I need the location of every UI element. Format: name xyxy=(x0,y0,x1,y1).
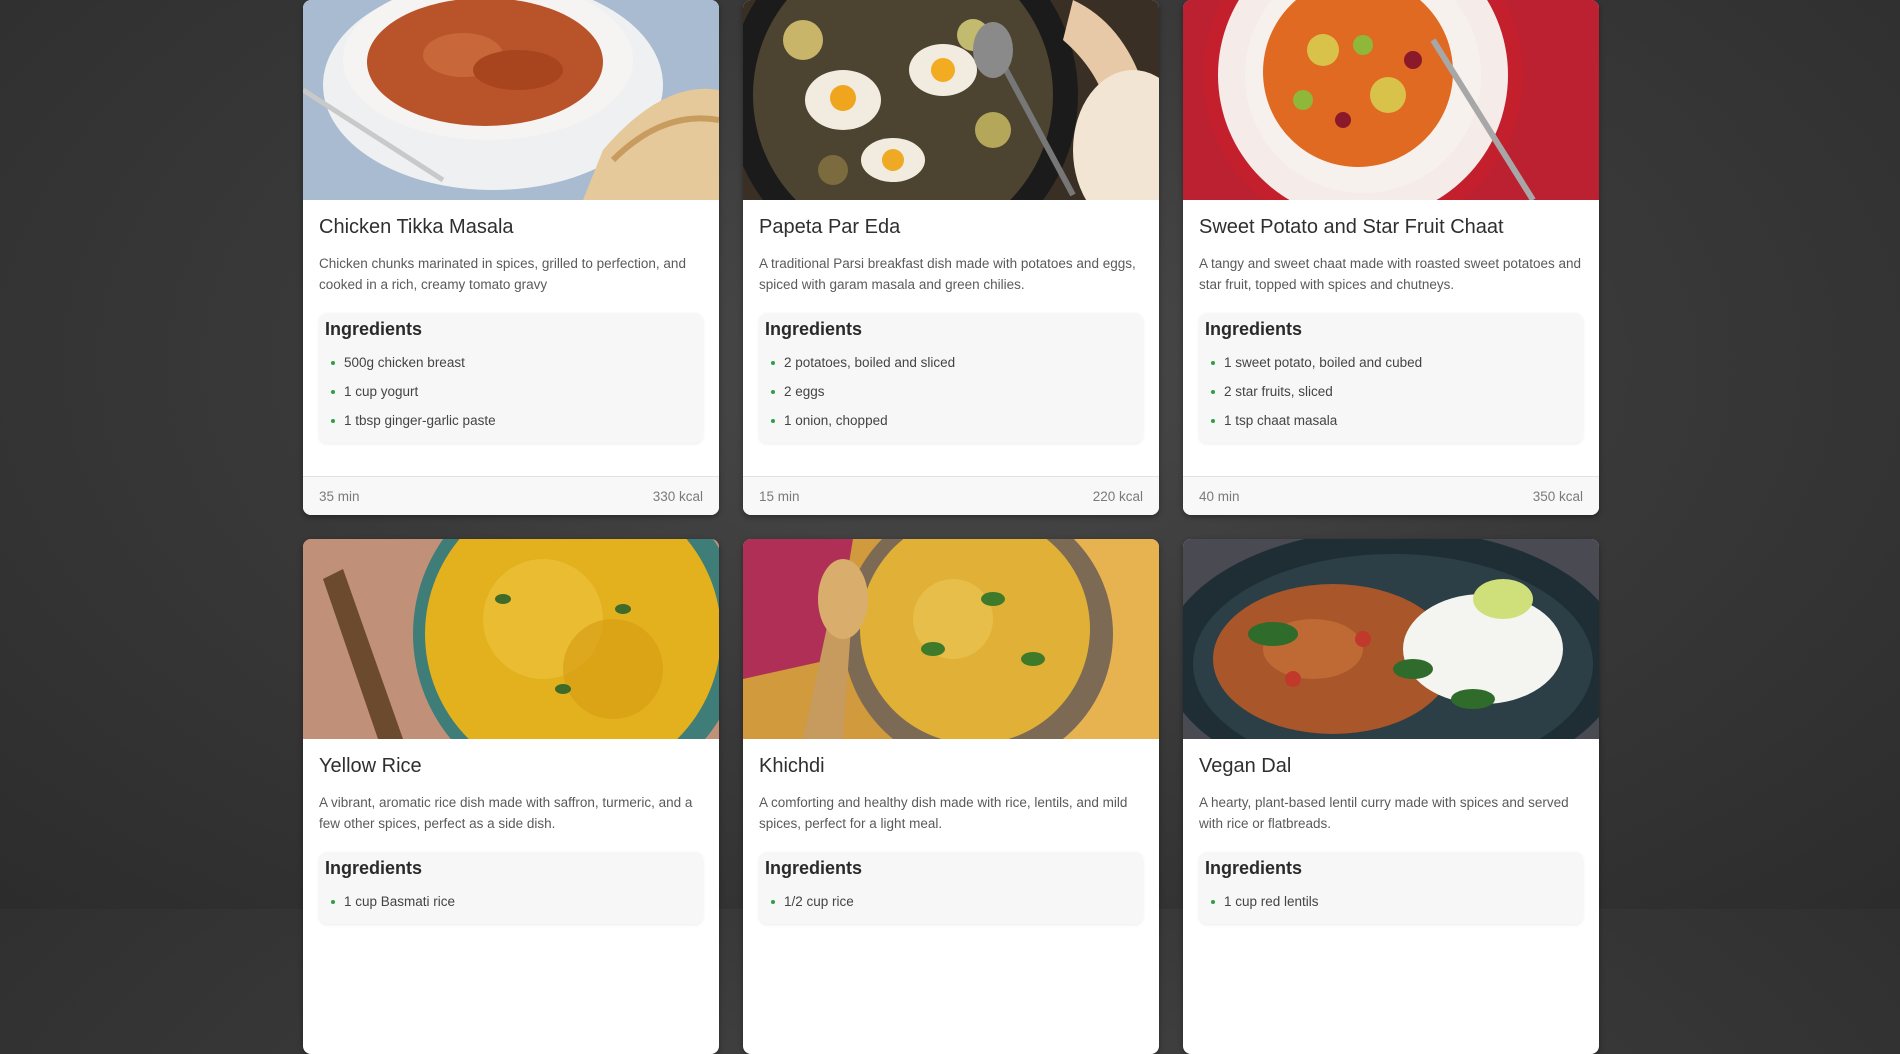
ingredients-heading: Ingredients xyxy=(1205,858,1303,878)
bullet-icon xyxy=(331,390,335,394)
ingredient-item: 1 onion, chopped xyxy=(765,406,1137,435)
ingredient-text: 1 onion, chopped xyxy=(784,413,888,428)
ingredient-text: 1 tsp chaat masala xyxy=(1224,413,1338,428)
ingredients-box: Ingredients 500g chicken breast 1 cup yo… xyxy=(319,313,703,443)
bullet-icon xyxy=(771,419,775,423)
ingredients-box: Ingredients 2 potatoes, boiled and slice… xyxy=(759,313,1143,443)
ingredient-list: 1 cup red lentils xyxy=(1205,887,1577,916)
cook-time: 40 min xyxy=(1199,488,1240,504)
bullet-icon xyxy=(1211,361,1215,365)
recipe-title: Sweet Potato and Star Fruit Chaat xyxy=(1199,216,1504,238)
recipe-image xyxy=(1183,0,1599,200)
recipe-card[interactable]: Yellow Rice A vibrant, aromatic rice dis… xyxy=(303,539,719,1054)
ingredient-text: 1 cup Basmati rice xyxy=(344,894,456,909)
recipe-description: A traditional Parsi breakfast dish made … xyxy=(759,256,1136,292)
ingredient-list: 1/2 cup rice xyxy=(765,887,1137,916)
bullet-icon xyxy=(331,900,335,904)
ingredient-text: 2 eggs xyxy=(784,384,825,399)
ingredients-heading: Ingredients xyxy=(1205,319,1303,339)
ingredients-heading: Ingredients xyxy=(765,319,863,339)
bullet-icon xyxy=(771,390,775,394)
recipe-image xyxy=(743,539,1159,739)
recipe-description: A vibrant, aromatic rice dish made with … xyxy=(319,795,693,831)
ingredient-item: 1 cup Basmati rice xyxy=(325,887,697,916)
bullet-icon xyxy=(1211,419,1215,423)
ingredient-item: 1 sweet potato, boiled and cubed xyxy=(1205,348,1577,377)
ingredient-item: 2 potatoes, boiled and sliced xyxy=(765,348,1137,377)
bullet-icon xyxy=(331,361,335,365)
ingredient-item: 1 cup yogurt xyxy=(325,377,697,406)
ingredients-heading: Ingredients xyxy=(325,319,423,339)
ingredient-text: 1 cup red lentils xyxy=(1224,894,1319,909)
calories: 350 kcal xyxy=(1532,488,1583,504)
recipe-title: Papeta Par Eda xyxy=(759,216,901,238)
ingredient-list: 2 potatoes, boiled and sliced 2 eggs 1 o… xyxy=(765,348,1137,435)
ingredient-text: 500g chicken breast xyxy=(344,355,465,370)
bullet-icon xyxy=(771,361,775,365)
recipe-footer: 15 min 220 kcal xyxy=(743,476,1159,515)
recipe-image xyxy=(303,0,719,200)
ingredient-item: 1 cup red lentils xyxy=(1205,887,1577,916)
ingredient-text: 1/2 cup rice xyxy=(784,894,854,909)
ingredients-box: Ingredients 1 sweet potato, boiled and c… xyxy=(1199,313,1583,443)
ingredient-list: 1 cup Basmati rice xyxy=(325,887,697,916)
recipe-title: Yellow Rice xyxy=(319,755,422,777)
recipe-image xyxy=(303,539,719,739)
cook-time: 35 min xyxy=(319,488,360,504)
recipe-grid: Chicken Tikka Masala Chicken chunks mari… xyxy=(303,0,1599,1054)
ingredients-box: Ingredients 1 cup red lentils xyxy=(1199,852,1583,924)
recipe-card[interactable]: Papeta Par Eda A traditional Parsi break… xyxy=(743,0,1159,515)
bullet-icon xyxy=(771,900,775,904)
ingredient-text: 1 sweet potato, boiled and cubed xyxy=(1224,355,1423,370)
recipe-description: A hearty, plant-based lentil curry made … xyxy=(1199,795,1569,831)
ingredient-item: 500g chicken breast xyxy=(325,348,697,377)
ingredient-item: 1 tbsp ginger-garlic paste xyxy=(325,406,697,435)
calories: 330 kcal xyxy=(652,488,703,504)
ingredient-item: 2 star fruits, sliced xyxy=(1205,377,1577,406)
ingredient-text: 2 star fruits, sliced xyxy=(1224,384,1333,399)
recipe-image xyxy=(1183,539,1599,739)
recipe-title: Vegan Dal xyxy=(1199,755,1292,777)
ingredients-heading: Ingredients xyxy=(325,858,423,878)
calories: 220 kcal xyxy=(1092,488,1143,504)
recipe-description: Chicken chunks marinated in spices, gril… xyxy=(319,256,686,292)
recipe-card[interactable]: Khichdi A comforting and healthy dish ma… xyxy=(743,539,1159,1054)
recipe-card[interactable]: Vegan Dal A hearty, plant-based lentil c… xyxy=(1183,539,1599,1054)
ingredients-box: Ingredients 1/2 cup rice xyxy=(759,852,1143,924)
ingredient-item: 1 tsp chaat masala xyxy=(1205,406,1577,435)
recipe-description: A comforting and healthy dish made with … xyxy=(759,795,1128,831)
ingredient-item: 1/2 cup rice xyxy=(765,887,1137,916)
recipe-title: Khichdi xyxy=(759,755,825,777)
recipe-title: Chicken Tikka Masala xyxy=(319,216,514,238)
recipe-card[interactable]: Sweet Potato and Star Fruit Chaat A tang… xyxy=(1183,0,1599,515)
bullet-icon xyxy=(1211,390,1215,394)
bullet-icon xyxy=(1211,900,1215,904)
ingredient-list: 500g chicken breast 1 cup yogurt 1 tbsp … xyxy=(325,348,697,435)
recipe-footer: 35 min 330 kcal xyxy=(303,476,719,515)
recipe-footer: 40 min 350 kcal xyxy=(1183,476,1599,515)
ingredients-heading: Ingredients xyxy=(765,858,863,878)
ingredient-text: 1 tbsp ginger-garlic paste xyxy=(344,413,496,428)
recipe-image xyxy=(743,0,1159,200)
ingredient-list: 1 sweet potato, boiled and cubed 2 star … xyxy=(1205,348,1577,435)
ingredient-item: 2 eggs xyxy=(765,377,1137,406)
recipe-card[interactable]: Chicken Tikka Masala Chicken chunks mari… xyxy=(303,0,719,515)
ingredient-text: 1 cup yogurt xyxy=(344,384,419,399)
bullet-icon xyxy=(331,419,335,423)
recipe-description: A tangy and sweet chaat made with roaste… xyxy=(1199,256,1581,292)
ingredients-box: Ingredients 1 cup Basmati rice xyxy=(319,852,703,924)
cook-time: 15 min xyxy=(759,488,800,504)
ingredient-text: 2 potatoes, boiled and sliced xyxy=(784,355,956,370)
